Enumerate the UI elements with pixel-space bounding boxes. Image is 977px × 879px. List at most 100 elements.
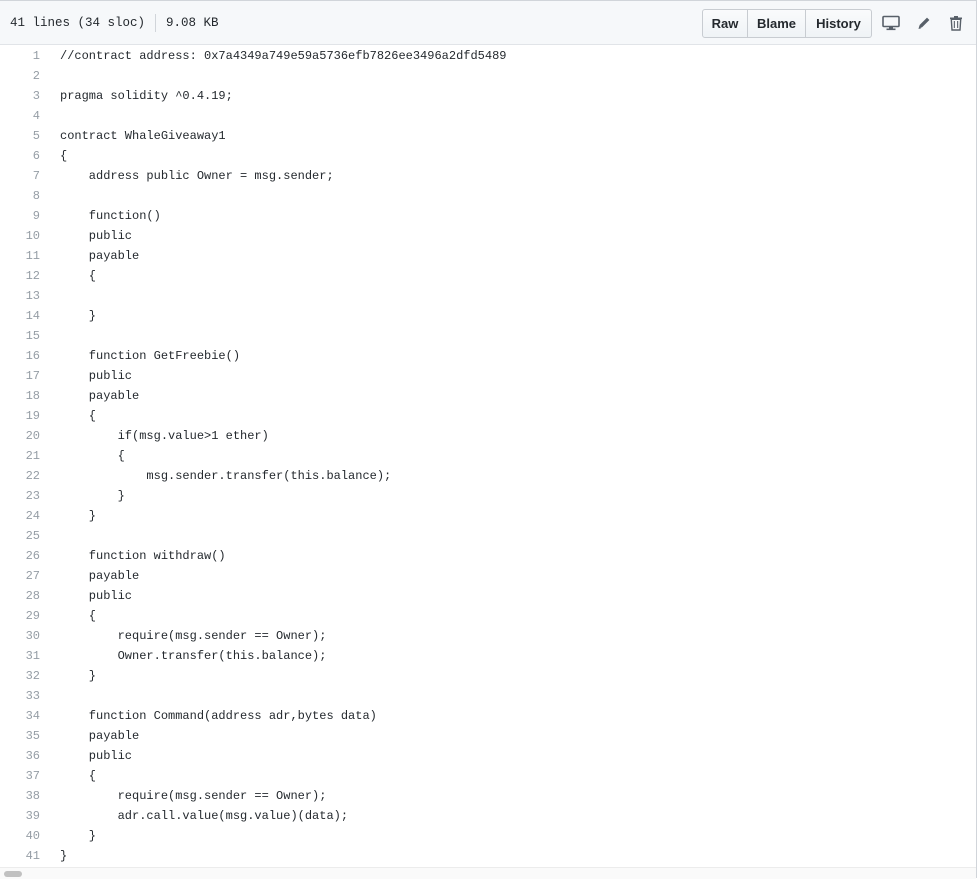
line-code: payable xyxy=(60,389,140,403)
line-count: 41 lines (34 sloc) xyxy=(10,16,146,30)
divider xyxy=(155,14,157,32)
line-number[interactable]: 36 xyxy=(0,749,40,763)
line-number[interactable]: 33 xyxy=(0,689,40,703)
code-line: 12 { xyxy=(0,266,976,286)
file-viewer: 41 lines (34 sloc) 9.08 KB Raw Blame His… xyxy=(0,0,977,879)
code-line: 39 adr.call.value(msg.value)(data); xyxy=(0,806,976,826)
code-line: 25 xyxy=(0,526,976,546)
line-number[interactable]: 35 xyxy=(0,729,40,743)
line-code: adr.call.value(msg.value)(data); xyxy=(60,809,349,823)
code-line: 35 payable xyxy=(0,726,976,746)
code-line: 13 xyxy=(0,286,976,306)
line-number[interactable]: 23 xyxy=(0,489,40,503)
file-size: 9.08 KB xyxy=(166,16,219,30)
line-number[interactable]: 12 xyxy=(0,269,40,283)
line-number[interactable]: 32 xyxy=(0,669,40,683)
code-line: 10 public xyxy=(0,226,976,246)
line-number[interactable]: 41 xyxy=(0,849,40,863)
line-number[interactable]: 9 xyxy=(0,209,40,223)
code-line: 41} xyxy=(0,846,976,866)
line-code: { xyxy=(60,149,68,163)
line-number[interactable]: 8 xyxy=(0,189,40,203)
trash-icon[interactable] xyxy=(946,13,966,33)
line-number[interactable]: 18 xyxy=(0,389,40,403)
code-line: 9 function() xyxy=(0,206,976,226)
line-number[interactable]: 1 xyxy=(0,49,40,63)
pencil-icon[interactable] xyxy=(914,13,934,33)
line-number[interactable]: 6 xyxy=(0,149,40,163)
line-number[interactable]: 34 xyxy=(0,709,40,723)
raw-button[interactable]: Raw xyxy=(702,9,748,38)
line-number[interactable]: 11 xyxy=(0,249,40,263)
code-line: 37 { xyxy=(0,766,976,786)
line-code: } xyxy=(60,849,68,863)
desktop-icon[interactable] xyxy=(881,13,901,33)
line-number[interactable]: 38 xyxy=(0,789,40,803)
line-code: payable xyxy=(60,729,140,743)
line-number[interactable]: 14 xyxy=(0,309,40,323)
line-number[interactable]: 2 xyxy=(0,69,40,83)
blame-button[interactable]: Blame xyxy=(748,9,806,38)
code-line: 24 } xyxy=(0,506,976,526)
line-code: require(msg.sender == Owner); xyxy=(60,629,327,643)
code-line: 23 } xyxy=(0,486,976,506)
scrollbar-thumb[interactable] xyxy=(4,871,22,877)
code-line: 1 //contract address: 0x7a4349a749e59a573… xyxy=(0,46,976,66)
line-code: } xyxy=(60,489,125,503)
line-number[interactable]: 13 xyxy=(0,289,40,303)
line-number[interactable]: 29 xyxy=(0,609,40,623)
code-line: 30 require(msg.sender == Owner); xyxy=(0,626,976,646)
line-code: function Command(address adr,bytes data) xyxy=(60,709,377,723)
line-code: } xyxy=(60,309,97,323)
line-number[interactable]: 39 xyxy=(0,809,40,823)
line-code: Owner.transfer(this.balance); xyxy=(60,649,327,663)
line-number[interactable]: 15 xyxy=(0,329,40,343)
line-number[interactable]: 31 xyxy=(0,649,40,663)
line-number[interactable]: 10 xyxy=(0,229,40,243)
line-code: { xyxy=(60,769,97,783)
line-number[interactable]: 27 xyxy=(0,569,40,583)
code-line: 40 } xyxy=(0,826,976,846)
line-number[interactable]: 4 xyxy=(0,109,40,123)
line-number[interactable]: 24 xyxy=(0,509,40,523)
code-line: 36 public xyxy=(0,746,976,766)
history-button[interactable]: History xyxy=(806,9,872,38)
line-number[interactable]: 5 xyxy=(0,129,40,143)
code-line: 15 xyxy=(0,326,976,346)
code-line: 7 address public Owner = msg.sender; xyxy=(0,166,976,186)
line-code: { xyxy=(60,269,97,283)
line-number[interactable]: 25 xyxy=(0,529,40,543)
line-code: contract WhaleGiveaway1 xyxy=(60,129,226,143)
line-number[interactable]: 30 xyxy=(0,629,40,643)
code-view: 1 //contract address: 0x7a4349a749e59a573… xyxy=(0,46,976,866)
line-code: { xyxy=(60,609,97,623)
code-line: 20 if(msg.value>1 ether) xyxy=(0,426,976,446)
code-line: 5 contract WhaleGiveaway1 xyxy=(0,126,976,146)
line-number[interactable]: 26 xyxy=(0,549,40,563)
code-line: 38 require(msg.sender == Owner); xyxy=(0,786,976,806)
line-code: function() xyxy=(60,209,161,223)
line-number[interactable]: 19 xyxy=(0,409,40,423)
line-number[interactable]: 37 xyxy=(0,769,40,783)
line-code: { xyxy=(60,409,97,423)
line-number[interactable]: 22 xyxy=(0,469,40,483)
line-number[interactable]: 3 xyxy=(0,89,40,103)
code-line: 6{ xyxy=(0,146,976,166)
line-code: msg.sender.transfer(this.balance); xyxy=(60,469,392,483)
code-line: 18 payable xyxy=(0,386,976,406)
code-line: 3 pragma solidity ^0.4.19; xyxy=(0,86,976,106)
line-number[interactable]: 17 xyxy=(0,369,40,383)
code-line: 29 { xyxy=(0,606,976,626)
code-line: 34 function Command(address adr,bytes da… xyxy=(0,706,976,726)
line-number[interactable]: 16 xyxy=(0,349,40,363)
line-number[interactable]: 40 xyxy=(0,829,40,843)
code-line: 4 xyxy=(0,106,976,126)
horizontal-scrollbar[interactable] xyxy=(0,867,976,879)
line-code: public xyxy=(60,369,133,383)
line-number[interactable]: 20 xyxy=(0,429,40,443)
line-number[interactable]: 28 xyxy=(0,589,40,603)
line-number[interactable]: 21 xyxy=(0,449,40,463)
line-code: } xyxy=(60,669,97,683)
line-number[interactable]: 7 xyxy=(0,169,40,183)
code-line: 11 payable xyxy=(0,246,976,266)
